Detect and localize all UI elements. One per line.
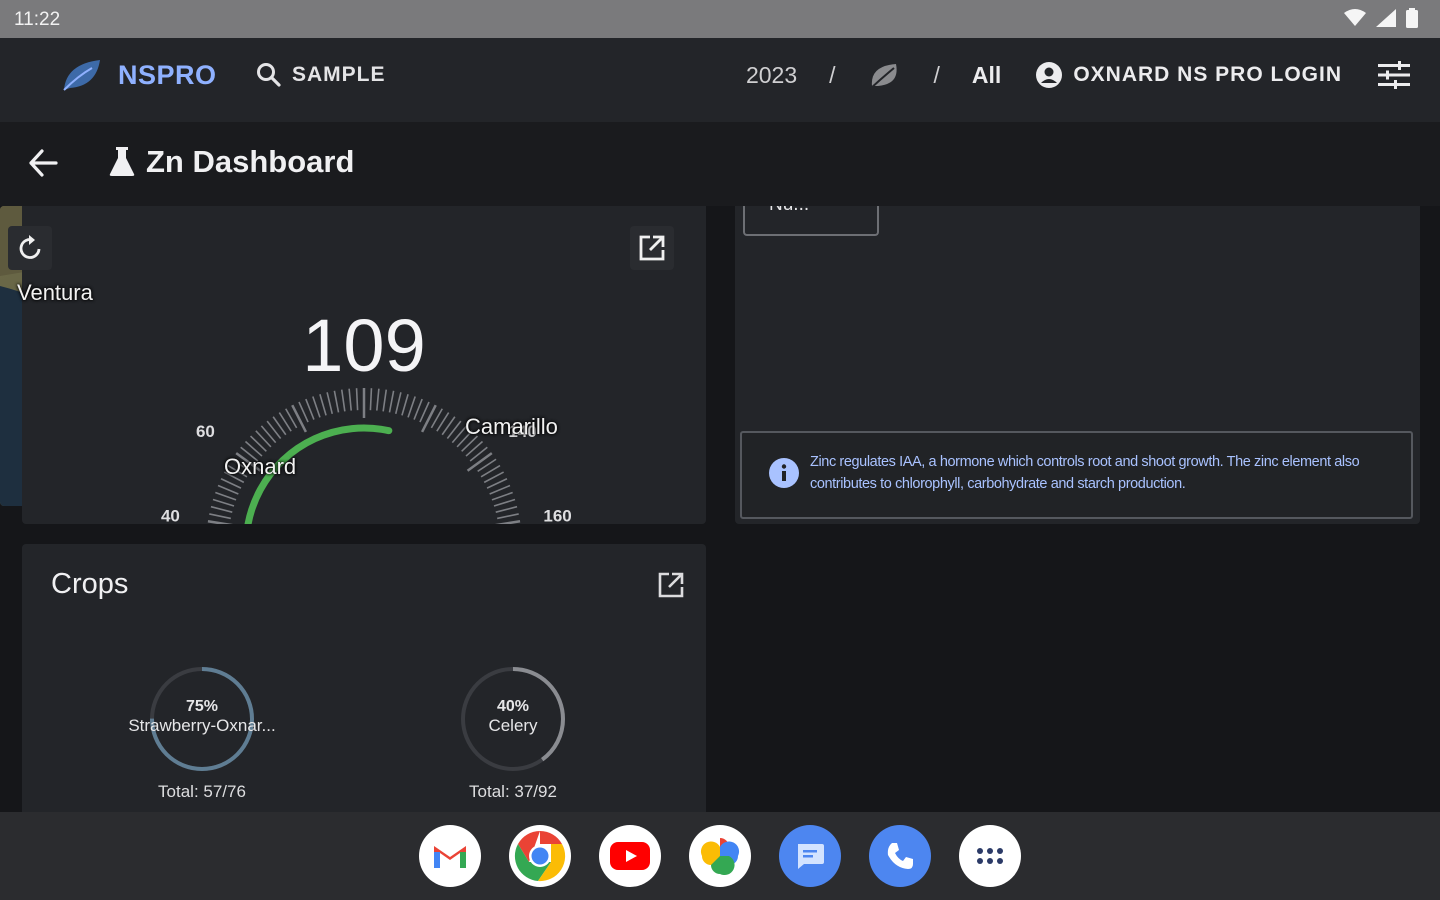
gauge-value: 109 [302,304,425,387]
info-icon [769,458,799,488]
gauge-tick [369,388,373,411]
gauge-tick [291,404,308,433]
gauge-tick [413,398,423,420]
map-open-button[interactable] [630,226,674,270]
map-label-ventura: Ventura [17,280,93,305]
messages-icon[interactable] [779,825,841,887]
gauge-tick [207,520,238,528]
gauge-tick [355,388,359,411]
gauge-tick [340,389,346,412]
map-label-camarillo: Camarillo [465,414,558,439]
year-selector[interactable]: 2023 [746,62,797,89]
crop-donut-strawberry[interactable]: 75% Strawberry-Oxnar... Total: 57/76 [128,664,276,801]
crop-percent: 40% [496,698,530,715]
crop-donut-celery[interactable]: 40% Celery Total: 37/92 [458,664,568,801]
gauge-tick [333,390,340,413]
leaf-logo-icon [63,60,100,91]
gauge-tick [217,484,239,495]
crop-label: Celery [488,716,538,735]
crop-total: Total: 57/76 [158,782,246,801]
back-arrow-icon[interactable] [28,148,58,178]
login-label: OXNARD NS PRO LOGIN [1073,63,1342,86]
map-refresh-button[interactable] [8,226,52,270]
gauge-tick [493,498,516,507]
gauge-tick [489,484,511,495]
gauge-tick [215,491,237,501]
filter-all[interactable]: All [972,62,1001,89]
nutrient-select-value: Nu... [769,206,809,216]
gauge-tick [376,388,380,411]
taskbar-dock [0,812,1440,900]
gauge-tick [491,491,513,501]
page-title: Zn Dashboard [108,144,354,180]
gmail-icon[interactable] [419,825,481,887]
app-drawer-icon[interactable] [959,825,1021,887]
wifi-icon [1344,9,1366,26]
crops-title: Crops [51,568,129,600]
sample-label: SAMPLE [292,63,386,86]
gauge-tick-label: 60 [196,422,215,441]
refresh-icon [19,235,41,259]
gauge-tick [490,520,521,528]
chrome-icon[interactable] [509,825,571,887]
nutrient-select[interactable]: Nu... [743,206,879,236]
page-title-bar: Zn Dashboard [0,122,1440,206]
zn-gauge: 0204060140160180200109 [161,304,572,695]
gauge-tick [326,392,334,414]
status-bar: 11:22 [0,0,1440,38]
gauge-tick-label: 160 [543,506,571,524]
youtube-icon[interactable] [599,825,661,887]
photos-icon[interactable] [689,825,751,887]
breadcrumb: 2023 / / All OXNARD NS PRO LOGIN [746,60,1410,90]
crop-label: Strawberry-Oxnar... [128,716,276,735]
zinc-info-text: Zinc regulates IAA, a hormone which cont… [810,454,1360,492]
app-header: NSPRO SAMPLE 2023 / / All OXNARD NS PRO … [0,38,1440,122]
gauge-tick [209,513,231,520]
zn-gauge-card: 0204060140160180200109 [22,206,706,695]
crop-leaf-icon[interactable] [868,60,902,90]
dashboard-content[interactable]: 0204060140160180200109 Nu... Zinc regula… [0,206,1440,812]
status-time: 11:22 [14,9,61,30]
gauge-tick [420,404,437,433]
crops-card: Crops 75% Strawberry-Oxnar... Total: 57/… [22,544,706,812]
gauge-tick [319,394,327,416]
gauge-tick [497,513,519,520]
gauge-tick [210,505,233,513]
flask-icon [109,147,135,176]
zinc-info-box: Zinc regulates IAA, a hormone which cont… [740,431,1413,519]
map-label-oxnard: Oxnard [224,454,297,479]
login-button[interactable]: OXNARD NS PRO LOGIN [1035,61,1342,89]
breadcrumb-separator: / [933,61,940,88]
gauge-tick [388,390,395,413]
open-in-new-icon [639,235,665,261]
gauge-tick [495,505,518,513]
battery-icon [1406,8,1418,28]
gauge-tick [401,394,409,416]
gauge-tick [407,396,416,418]
gauge-tick [394,392,402,414]
crop-percent: 75% [185,698,219,715]
crop-total: Total: 37/92 [469,782,557,801]
gauge-tick [312,396,321,418]
gauge-tick [382,389,388,412]
tune-settings-icon[interactable] [1378,61,1410,89]
sample-search-button[interactable]: SAMPLE [256,62,386,88]
brand-name: NSPRO [118,59,217,90]
search-icon [257,63,281,87]
phone-icon[interactable] [869,825,931,887]
open-in-new-icon[interactable] [656,570,686,600]
gauge-tick [305,398,315,420]
account-circle-icon [1036,62,1063,88]
gauge-tick-label: 40 [161,506,180,524]
brand-home-link[interactable]: NSPRO [62,58,217,92]
gauge-tick [212,498,235,507]
gauge-tick [348,388,352,411]
breadcrumb-separator: / [829,61,836,88]
gauge-tick [466,452,493,472]
page-title-text: Zn Dashboard [146,144,355,179]
nutrient-info-card: Nu... Zinc regulates IAA, a hormone whic… [735,206,1420,524]
signal-icon [1376,9,1396,27]
